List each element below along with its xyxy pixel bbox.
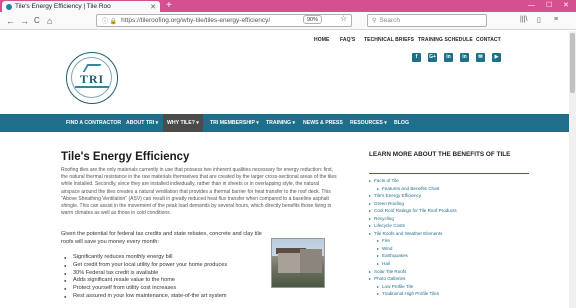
site-favicon-icon <box>6 3 12 10</box>
list-item: 30% Federal tax credit is available <box>61 270 227 278</box>
minimize-window-icon[interactable]: — <box>528 0 535 12</box>
logo-band <box>75 86 109 88</box>
reload-icon[interactable]: C <box>34 15 40 27</box>
search-icon: ⚲ <box>372 18 377 24</box>
list-item: Significantly reduces monthly energy bil… <box>61 254 227 262</box>
sidebar-link[interactable]: Tile's Energy Efficiency <box>369 192 457 200</box>
sidebar-link[interactable]: Tile Roofs and Weather Elements <box>369 230 457 238</box>
url-text: https://tileroofing.org/why-tile/tiles-e… <box>121 17 271 24</box>
topnav-faqs[interactable]: FAQ'S <box>340 37 355 43</box>
list-item: Adds significant resale value to the hom… <box>61 277 227 285</box>
search-placeholder: Search <box>379 17 401 24</box>
sidebar-toggle-icon[interactable]: ▯ <box>537 16 541 24</box>
youtube-icon[interactable]: ▶ <box>492 53 501 62</box>
sidebar-link[interactable]: Photo Galleries <box>369 275 457 283</box>
browser-tab-bar: Tile's Energy Efficiency | Tile Roo ✕ + … <box>0 0 576 12</box>
nav-about-tri[interactable]: ABOUT TRI ▾ <box>126 114 158 132</box>
new-tab-button[interactable]: + <box>166 0 172 12</box>
nav-find-contractor[interactable]: FIND A CONTRACTOR <box>66 114 121 132</box>
sidebar-link[interactable]: Cool Roof Ratings for Tile Roof Products <box>369 207 457 215</box>
main-nav-bar: FIND A CONTRACTOR ABOUT TRI ▾ WHY TILE? … <box>0 114 576 132</box>
page-title: Tile's Energy Efficiency <box>61 151 190 163</box>
google-plus-icon[interactable]: G+ <box>428 53 437 62</box>
menu-hamburger-icon[interactable]: ≡ <box>554 16 558 23</box>
savings-paragraph: Given the potential for federal tax cred… <box>61 231 262 245</box>
sidebar-sublink[interactable]: Low Profile Tile <box>369 283 457 291</box>
nav-training[interactable]: TRAINING ▾ <box>266 114 295 132</box>
sidebar-sublink[interactable]: Earthquakes <box>369 252 457 260</box>
topnav-training-schedule[interactable]: TRAINING SCHEDULE <box>418 37 473 43</box>
facebook-icon[interactable]: f <box>412 53 421 62</box>
house-photo <box>271 238 325 288</box>
sidebar-sublink[interactable]: Traditional High Profile Tiles <box>369 290 457 298</box>
sidebar-link[interactable]: Solar Tile Roofs <box>369 268 457 276</box>
list-item: Get credit from your local utility for p… <box>61 262 227 270</box>
nav-blog[interactable]: BLOG <box>394 114 409 132</box>
scrollbar-thumb[interactable] <box>570 33 575 93</box>
topnav-contact[interactable]: CONTACT <box>476 37 501 43</box>
site-logo[interactable]: TRI <box>66 52 118 104</box>
browser-nav-bar: ← → C ⌂ ⓘ 🔒 https://tileroofing.org/why-… <box>0 12 576 30</box>
benefits-list: Significantly reduces monthly energy bil… <box>61 254 227 301</box>
sidebar-link[interactable]: Lifecycle Costs <box>369 222 457 230</box>
topnav-home[interactable]: HOME <box>314 37 329 43</box>
back-arrow-icon[interactable]: ← <box>6 15 15 27</box>
browser-search-input[interactable]: ⚲ Search <box>367 14 487 27</box>
nav-resources[interactable]: RESOURCES ▾ <box>350 114 387 132</box>
topnav-technical-briefs[interactable]: TECHNICAL BRIEFS <box>364 37 414 43</box>
browser-tab[interactable]: Tile's Energy Efficiency | Tile Roo ✕ <box>2 1 160 12</box>
zoom-level-button[interactable]: 90% <box>303 15 323 24</box>
nav-tri-membership[interactable]: TRI MEMBERSHIP ▾ <box>210 114 259 132</box>
site-info-lock-icon[interactable]: ⓘ 🔒 <box>102 16 117 25</box>
tab-title: Tile's Energy Efficiency | Tile Roo <box>15 3 111 10</box>
nav-news-press[interactable]: NEWS & PRESS <box>303 114 343 132</box>
instagram-icon[interactable]: in <box>460 53 469 62</box>
photo-house-right <box>300 249 322 273</box>
list-item: Rest assured in your low maintenance, st… <box>61 293 227 301</box>
tab-close-icon[interactable]: ✕ <box>150 3 156 11</box>
library-icon[interactable]: |||\ <box>520 16 527 23</box>
sidebar-sublink[interactable]: Wind <box>369 245 457 253</box>
email-icon[interactable]: ✉ <box>476 53 485 62</box>
sidebar-sublink[interactable]: Hail <box>369 260 457 268</box>
sidebar-sublink[interactable]: Features and Benefits Chart <box>369 185 457 193</box>
sidebar-divider <box>369 173 529 174</box>
home-icon[interactable]: ⌂ <box>47 15 52 27</box>
nav-why-tile[interactable]: WHY TILE? ▾ <box>163 114 203 132</box>
intro-paragraph: Roofing tiles are the only materials cur… <box>61 167 337 217</box>
list-item: Protect yourself from utility cost incre… <box>61 285 227 293</box>
forward-arrow-icon[interactable]: → <box>20 15 29 27</box>
maximize-window-icon[interactable]: ☐ <box>546 0 552 12</box>
sidebar-link[interactable]: Facts of Tile <box>369 177 457 185</box>
sidebar-link[interactable]: Recycling <box>369 215 457 223</box>
linkedin-icon[interactable]: in <box>444 53 453 62</box>
sidebar-sublink[interactable]: Fire <box>369 237 457 245</box>
sidebar-links: Facts of Tile Features and Benefits Char… <box>369 177 457 298</box>
sidebar-heading: LEARN MORE ABOUT THE BENEFITS OF TILE <box>369 151 511 158</box>
close-window-icon[interactable]: ✕ <box>563 0 569 12</box>
logo-text: TRI <box>79 72 105 86</box>
bookmark-star-icon[interactable]: ☆ <box>340 14 347 23</box>
sidebar-link[interactable]: Green Roofing <box>369 200 457 208</box>
